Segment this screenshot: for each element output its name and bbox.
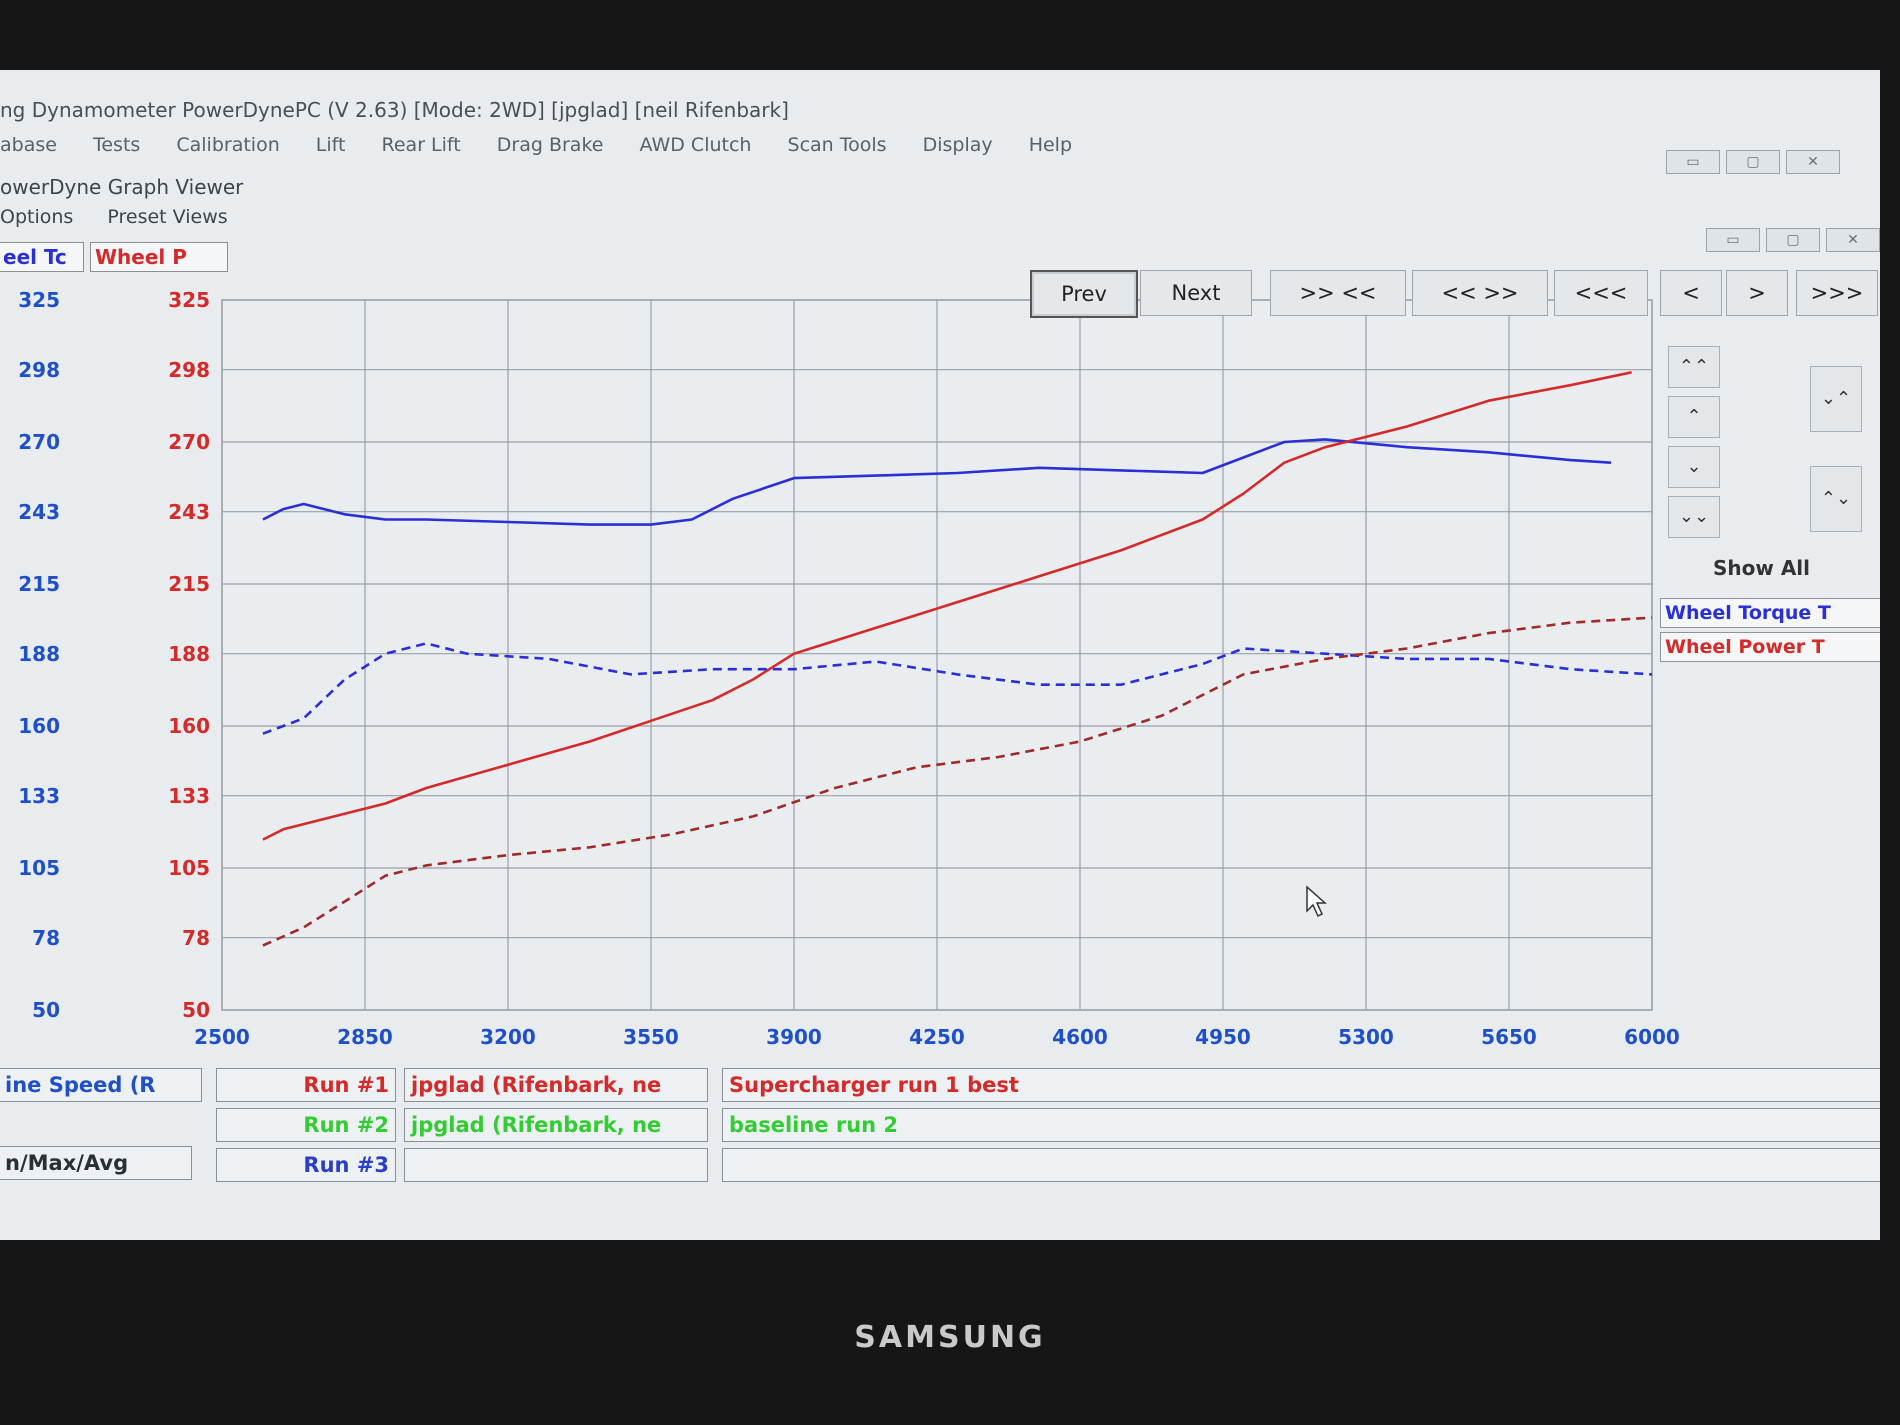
page-up-button[interactable]: ⌃⌃	[1668, 346, 1720, 388]
x-tick: 4250	[909, 1025, 965, 1049]
right-axis-page-button[interactable]: ⌄⌃	[1810, 366, 1862, 432]
mouse-cursor-icon	[1306, 885, 1327, 918]
y-tick-left: 50	[32, 998, 60, 1022]
dyno-chart	[221, 299, 1653, 1011]
scroll-forward-button[interactable]: >	[1726, 270, 1788, 316]
run-2-label[interactable]: Run #2	[216, 1108, 396, 1142]
y-tick-right: 50	[182, 998, 210, 1022]
y-tick-left: 105	[18, 856, 60, 880]
y-tick-right: 133	[168, 783, 210, 808]
run-3-operator	[404, 1148, 708, 1182]
y-tick-right: 188	[168, 641, 210, 666]
run-3-label[interactable]: Run #3	[216, 1148, 396, 1182]
y-tick-right: 243	[168, 499, 210, 524]
x-tick: 3900	[766, 1025, 822, 1049]
y-tick-left: 270	[18, 430, 60, 454]
y-tick-right: 78	[182, 925, 210, 950]
scroll-down-button[interactable]: ⌄	[1668, 446, 1720, 488]
y-tick-right: 298	[168, 357, 210, 382]
monitor-brand-logo: SAMSUNG	[854, 1320, 1046, 1355]
legend-wheel-power[interactable]: Wheel Power T	[1660, 632, 1880, 662]
scroll-last-button[interactable]: >>>	[1796, 270, 1878, 316]
y-tick-left: 133	[18, 783, 60, 808]
y-tick-right: 160	[168, 714, 210, 738]
run-1-operator: jpglad (Rifenbark, ne	[404, 1068, 708, 1102]
prev-button[interactable]: Prev	[1030, 270, 1138, 318]
show-all-button[interactable]: Show All	[1713, 556, 1810, 580]
run-3-description	[722, 1148, 1880, 1182]
scroll-up-button[interactable]: ⌃	[1668, 396, 1720, 438]
y-tick-left: 298	[18, 357, 60, 382]
y-tick-right: 325	[168, 288, 210, 312]
y-tick-right: 215	[168, 572, 210, 596]
x-tick: 5300	[1338, 1025, 1394, 1049]
right-axis-scroll-button[interactable]: ⌃⌄	[1810, 466, 1862, 532]
x-tick: 3200	[480, 1025, 536, 1049]
run-1-label[interactable]: Run #1	[216, 1068, 396, 1102]
y-tick-left: 78	[32, 925, 60, 950]
x-tick: 3550	[623, 1025, 679, 1049]
x-tick: 6000	[1624, 1025, 1680, 1049]
x-tick: 2850	[337, 1025, 393, 1049]
x-tick: 4950	[1195, 1025, 1251, 1049]
x-tick: 4600	[1052, 1025, 1108, 1049]
y-tick-left: 160	[18, 714, 60, 738]
scroll-back-button[interactable]: <	[1660, 270, 1722, 316]
screen: ng Dynamometer PowerDynePC (V 2.63) [Mod…	[0, 70, 1880, 1240]
legend-wheel-torque[interactable]: Wheel Torque T	[1660, 598, 1880, 628]
y-tick-left: 188	[18, 641, 60, 666]
next-button[interactable]: Next	[1140, 270, 1252, 316]
y-tick-right: 270	[168, 430, 210, 454]
x-tick: 2500	[194, 1025, 250, 1049]
run-1-description: Supercharger run 1 best	[722, 1068, 1880, 1102]
y-tick-left: 215	[18, 572, 60, 596]
x-tick: 5650	[1481, 1025, 1537, 1049]
y-tick-left: 243	[18, 499, 60, 524]
run-2-operator: jpglad (Rifenbark, ne	[404, 1108, 708, 1142]
y-tick-left: 325	[18, 288, 60, 312]
y-tick-right: 105	[168, 856, 210, 880]
zoom-out-button[interactable]: << >>	[1412, 270, 1548, 316]
run-2-description: baseline run 2	[722, 1108, 1880, 1142]
min-max-avg-button[interactable]: n/Max/Avg	[0, 1146, 192, 1180]
scroll-first-button[interactable]: <<<	[1554, 270, 1648, 316]
zoom-in-button[interactable]: >> <<	[1270, 270, 1406, 316]
page-down-button[interactable]: ⌄⌄	[1668, 496, 1720, 538]
x-axis-channel-selector[interactable]: ine Speed (R	[0, 1068, 202, 1102]
